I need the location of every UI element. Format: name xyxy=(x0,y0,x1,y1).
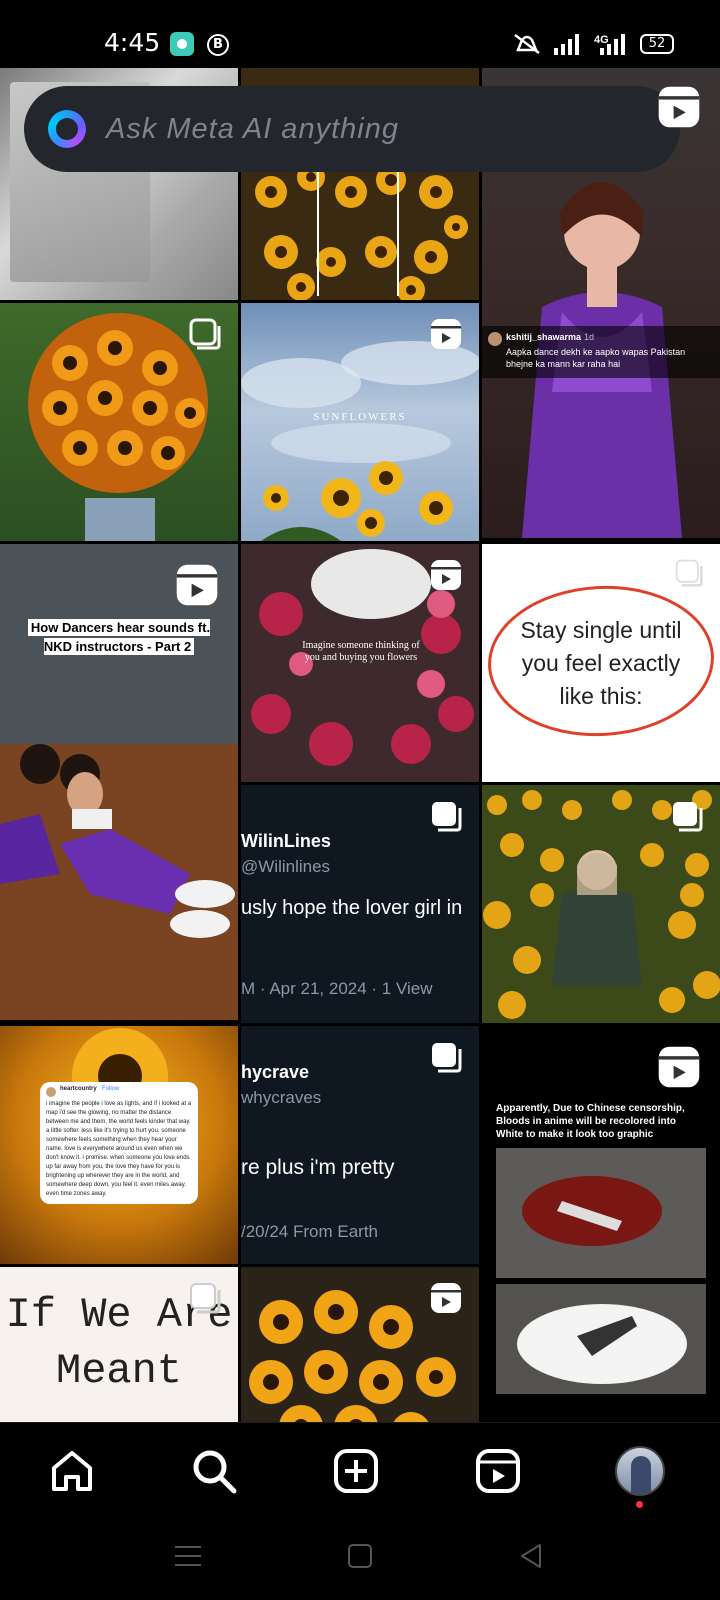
reels-icon xyxy=(431,319,461,349)
tweet-text: re plus i'm pretty xyxy=(241,1156,395,1179)
explore-post[interactable] xyxy=(482,785,720,1023)
explore-grid: kshitij_shawarma 1d Aapka dance dekh ke … xyxy=(0,68,720,1422)
reels-icon xyxy=(658,86,700,128)
explore-reel[interactable]: Imagine someone thinking of you and buyi… xyxy=(241,544,479,782)
sunflowers-title: SUNFLOWERS xyxy=(313,411,407,423)
comment-text: Aapka dance dekh ke aapko wapas Pakistan… xyxy=(506,347,686,369)
explore-reel[interactable]: Apparently, Due to Chinese censorship, B… xyxy=(482,1026,720,1422)
tweet-handle: @Wilinlines xyxy=(241,857,331,876)
mute-icon xyxy=(514,34,540,54)
nav-profile[interactable] xyxy=(614,1445,666,1508)
add-icon xyxy=(334,1449,378,1493)
network-type: 4G xyxy=(594,34,609,46)
comment-time: 1d xyxy=(584,332,595,342)
search-icon xyxy=(193,1450,237,1494)
tweet-handle: whycraves xyxy=(241,1088,322,1107)
status-time: 4:45 xyxy=(104,28,161,57)
explore-post[interactable]: hycrave whycraves re plus i'm pretty /20… xyxy=(241,1026,479,1264)
carousel-icon xyxy=(189,318,221,350)
reels-icon xyxy=(658,1046,700,1088)
carousel-icon xyxy=(675,559,703,587)
home-icon xyxy=(52,1451,92,1491)
tweet-name: hycrave xyxy=(241,1062,310,1082)
dancers-caption: How Dancers hear sounds ft. NKD instruct… xyxy=(16,618,222,656)
nav-create[interactable] xyxy=(330,1445,382,1497)
tweet-text: usly hope the lover girl in xyxy=(241,897,463,919)
bottom-nav xyxy=(0,1422,720,1518)
explore-post[interactable] xyxy=(0,303,238,541)
tweet-meta: /20/24 From Earth xyxy=(241,1222,379,1241)
explore-post[interactable]: heartcountry Follow i imagine the people… xyxy=(0,1026,238,1264)
quote-text: i imagine the people i love as lights, a… xyxy=(46,1101,192,1197)
comment-username: kshitij_shawarma xyxy=(506,332,582,342)
status-bar: 4:45 B 52 4G xyxy=(0,0,720,68)
quote-card: heartcountry Follow i imagine the people… xyxy=(40,1082,198,1204)
quote-username: heartcountry xyxy=(60,1086,97,1092)
reels-icon xyxy=(431,560,461,590)
quote-follow: Follow xyxy=(102,1086,120,1092)
nav-search[interactable] xyxy=(188,1445,240,1497)
reels-icon xyxy=(476,1449,520,1493)
tweet-name: WilinLines xyxy=(241,831,331,851)
meta-ai-icon xyxy=(48,110,86,148)
battery-indicator: 52 xyxy=(640,34,674,54)
back-icon[interactable] xyxy=(518,1543,544,1569)
search-bar[interactable]: Ask Meta AI anything xyxy=(24,86,680,172)
signal-icon xyxy=(554,34,579,55)
stay-single-text: Stay single until you feel exactly like … xyxy=(520,617,682,709)
reels-icon xyxy=(176,564,218,606)
explore-post[interactable]: WilinLines @Wilinlines usly hope the lov… xyxy=(241,785,479,1023)
system-nav-bar xyxy=(0,1518,720,1600)
menu-icon[interactable] xyxy=(175,1544,201,1568)
comment-overlay: kshitij_shawarma 1d Aapka dance dekh ke … xyxy=(482,326,720,378)
carousel-icon xyxy=(432,1043,462,1073)
notification-dot xyxy=(636,1501,643,1508)
reels-icon xyxy=(431,1283,461,1313)
carousel-icon xyxy=(190,1283,221,1314)
nav-reels[interactable] xyxy=(472,1445,524,1497)
nav-home[interactable] xyxy=(46,1445,98,1497)
carousel-icon xyxy=(673,802,703,832)
search-input[interactable]: Ask Meta AI anything xyxy=(106,113,399,146)
app-notification-icon xyxy=(170,32,194,56)
explore-post[interactable]: Stay single until you feel exactly like … xyxy=(482,544,720,782)
explore-reel[interactable]: SUNFLOWERS xyxy=(241,303,479,541)
status-icons: 52 xyxy=(512,32,674,56)
avatar xyxy=(615,1446,665,1496)
home-button-icon[interactable] xyxy=(348,1544,372,1568)
explore-reel[interactable]: How Dancers hear sounds ft. NKD instruct… xyxy=(0,544,238,1020)
b-notification-icon: B xyxy=(207,34,229,56)
explore-post[interactable]: If We Are Meant xyxy=(0,1267,238,1422)
carousel-icon xyxy=(432,802,462,832)
flowers-quote: Imagine someone thinking of you and buyi… xyxy=(302,640,420,663)
explore-reel[interactable]: girasoles xyxy=(241,1267,479,1422)
tweet-meta: M · Apr 21, 2024 · 1 View xyxy=(241,979,433,998)
